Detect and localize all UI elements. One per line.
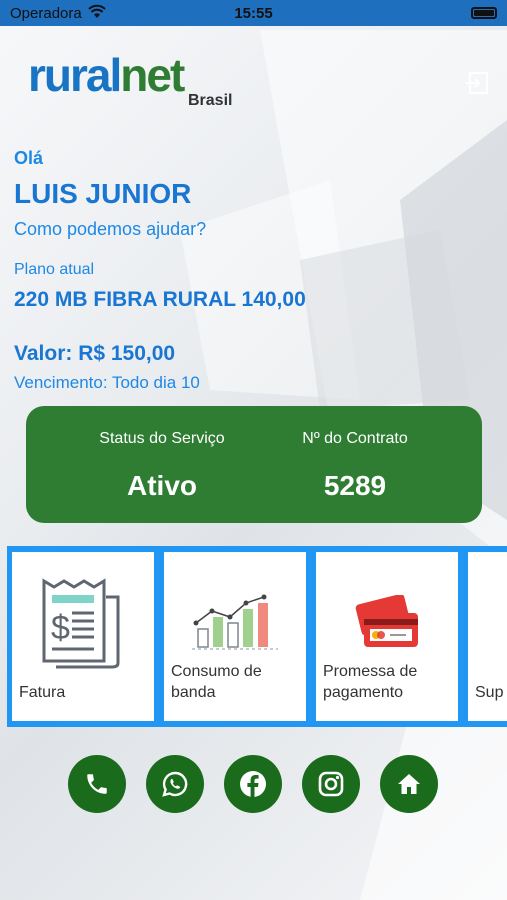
tile-label: Fatura <box>19 684 66 701</box>
logout-icon[interactable] <box>464 70 490 96</box>
instagram-icon <box>318 771 344 797</box>
instagram-button[interactable] <box>302 755 360 813</box>
logo-subtitle: Brasil <box>188 92 233 109</box>
clock: 15:55 <box>234 5 273 22</box>
svg-text:$: $ <box>51 609 70 647</box>
invoice-icon: $ <box>42 578 120 669</box>
tile-label: Consumo de banda <box>171 663 262 701</box>
status-bar: Operadora 15:55 <box>0 0 507 26</box>
user-name: LUIS JUNIOR <box>14 178 192 209</box>
plan-name: 220 MB FIBRA RURAL 140,00 <box>14 288 306 311</box>
tile-consumo-banda[interactable]: Consumo de banda <box>164 552 306 721</box>
tile-suporte[interactable]: Sup <box>468 552 507 721</box>
whatsapp-button[interactable] <box>146 755 204 813</box>
plan-value: Valor: R$ 150,00 <box>14 342 176 365</box>
plan-label: Plano atual <box>14 261 95 278</box>
service-status-card: Status do Serviço Ativo Nº do Contrato 5… <box>26 406 482 523</box>
service-status-label: Status do Serviço <box>99 430 225 447</box>
home-icon <box>398 774 420 794</box>
contract-value: 5289 <box>323 470 387 501</box>
service-status-value: Ativo <box>127 470 197 501</box>
tile-label: Sup <box>475 684 504 701</box>
facebook-icon <box>240 771 266 797</box>
battery-icon <box>471 7 497 19</box>
due-date: Vencimento: Todo dia 10 <box>14 373 200 392</box>
phone-button[interactable] <box>68 755 126 813</box>
contract-label: Nº do Contrato <box>302 430 408 447</box>
help-prompt: Como podemos ajudar? <box>14 219 207 239</box>
tile-fatura[interactable]: $ Fatura <box>12 552 154 721</box>
ruralnet-logo: ruralnet Brasil <box>28 49 233 109</box>
greeting-hello: Olá <box>14 148 44 168</box>
home-button[interactable] <box>380 755 438 813</box>
tile-label: Promessa de pagamento <box>323 663 418 701</box>
bandwidth-chart-icon <box>192 594 278 650</box>
credit-card-icon <box>355 595 418 647</box>
phone-icon <box>87 774 107 794</box>
facebook-button[interactable] <box>224 755 282 813</box>
tile-promessa-pagamento[interactable]: Promessa de pagamento <box>316 552 458 721</box>
whatsapp-icon <box>162 771 188 797</box>
services-carousel[interactable]: $ Fatura Consumo de banda Promessa de pa… <box>7 546 507 727</box>
